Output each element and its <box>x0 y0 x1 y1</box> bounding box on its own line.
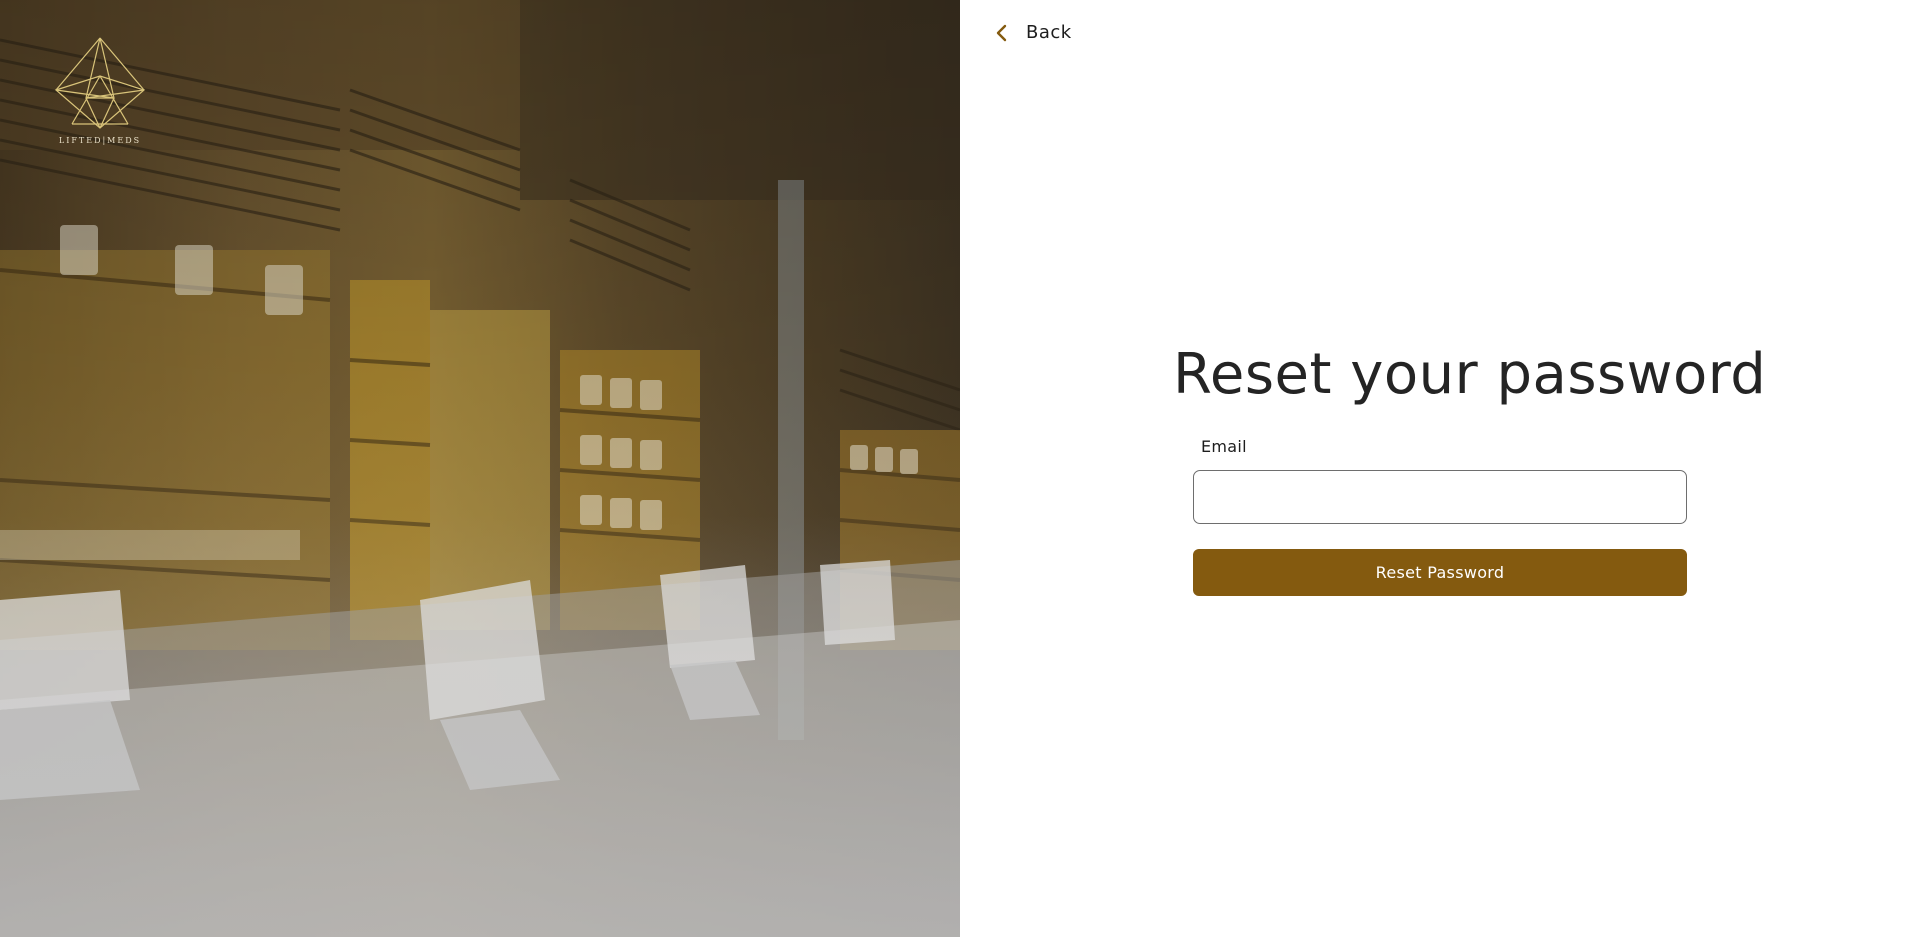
lifted-meds-logo[interactable]: LIFTED|MEDS <box>52 36 148 152</box>
chevron-left-icon <box>996 24 1007 41</box>
back-button[interactable]: Back <box>993 22 1072 43</box>
logo-wordmark: LIFTED|MEDS <box>58 136 142 145</box>
reset-password-page: LIFTED|MEDS Back Reset your password Ema… <box>0 0 1920 937</box>
page-title: Reset your password <box>1173 342 1767 407</box>
email-label: Email <box>1201 437 1247 456</box>
reset-password-form: Reset your password Email Reset Password <box>1173 338 1766 596</box>
back-label: Back <box>1026 22 1072 43</box>
email-field[interactable] <box>1193 470 1687 524</box>
hero-image-panel: LIFTED|MEDS <box>0 0 960 937</box>
star-of-lines-logo-icon <box>54 37 146 129</box>
reset-password-button[interactable]: Reset Password <box>1193 549 1687 596</box>
